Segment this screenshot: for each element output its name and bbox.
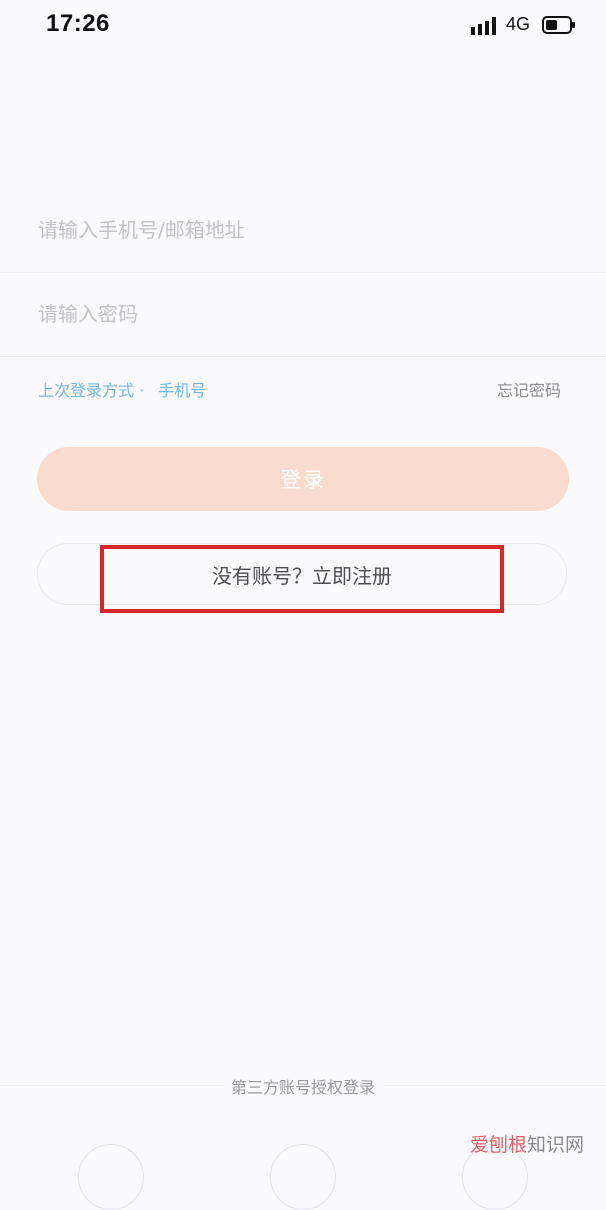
last-login-method: 手机号 [158, 381, 207, 400]
battery-icon [542, 16, 575, 34]
third-party-label: 第三方账号授权登录 [0, 1074, 606, 1098]
oauth-login-button-2[interactable] [270, 1144, 336, 1210]
last-login-hint: 上次登录方式 · 手机号 [38, 377, 206, 401]
third-party-label-text: 第三方账号授权登录 [222, 1078, 383, 1097]
oauth-login-button-1[interactable] [78, 1144, 144, 1210]
status-time: 17:26 [46, 10, 110, 37]
account-input[interactable] [38, 210, 568, 250]
password-divider [0, 356, 606, 357]
account-field [0, 188, 606, 272]
watermark-brand: 爱刨根 [470, 1134, 528, 1156]
password-input[interactable] [38, 294, 568, 334]
login-button[interactable]: 登录 [37, 447, 569, 511]
network-type: 4G [506, 14, 531, 34]
status-bar: 17:26 4G [0, 0, 606, 50]
forgot-password-link[interactable]: 忘记密码 [497, 377, 561, 401]
signal-bars-icon [471, 17, 496, 35]
register-button[interactable]: 没有账号？立即注册 [37, 543, 567, 605]
watermark: 爱刨根知识网 [470, 1130, 584, 1157]
last-login-label: 上次登录方式 · [38, 381, 145, 400]
password-field [0, 272, 606, 356]
watermark-suffix: 知识网 [527, 1134, 585, 1156]
